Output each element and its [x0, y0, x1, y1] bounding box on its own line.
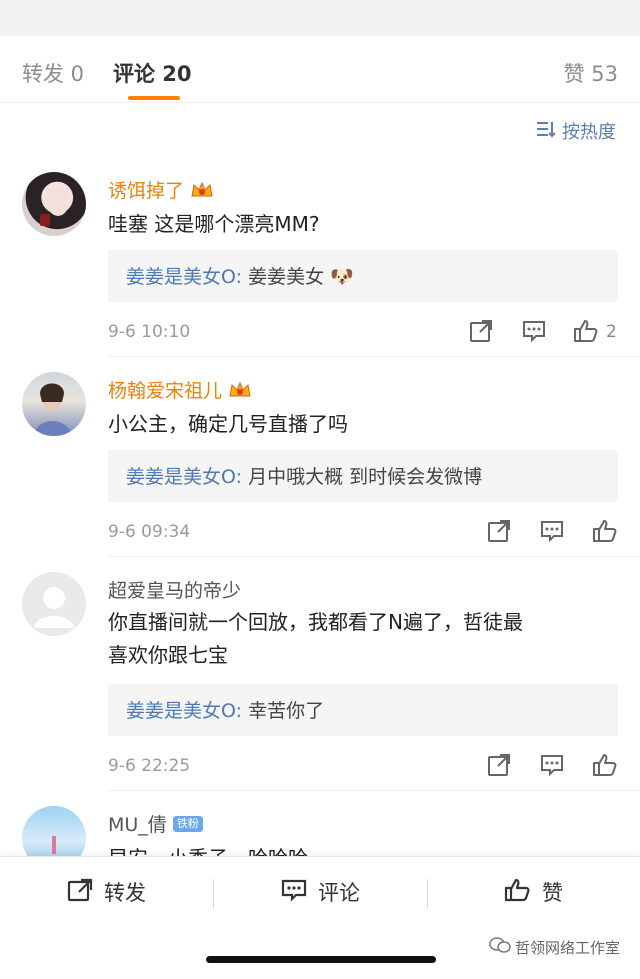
fan-badge: 铁粉 — [172, 815, 203, 832]
repost-button[interactable]: 转发 — [66, 875, 146, 909]
like-button[interactable]: 赞 — [504, 875, 563, 909]
like-count: 2 — [606, 322, 617, 342]
avatar[interactable] — [22, 806, 86, 856]
comment-button[interactable]: 评论 — [280, 875, 360, 909]
comment-icon[interactable] — [521, 318, 547, 344]
tab-bar: 转发 0 评论 20 赞 53 — [0, 36, 640, 103]
reply-username[interactable]: 姜姜是美女O: — [126, 266, 242, 288]
avatar[interactable] — [22, 572, 86, 636]
divider — [108, 790, 640, 791]
reply-box[interactable]: 姜姜是美女O: 姜姜美女 🐶 — [108, 250, 618, 302]
sort-icon — [536, 120, 556, 143]
comment-text: 哇塞 这是哪个漂亮MM? — [108, 212, 320, 236]
dog-emoji-icon: 🐶 — [330, 266, 354, 288]
tab-repost[interactable]: 转发 0 — [22, 58, 84, 88]
reply-box[interactable]: 姜姜是美女O: 月中哦大概 到时候会发微博 — [108, 450, 618, 502]
reply-box[interactable]: 姜姜是美女O: 幸苦你了 — [108, 684, 618, 736]
comment-item: MU_倩 铁粉 早安，小秀子，哈哈哈 — [0, 804, 640, 856]
comment-time: 9-6 09:34 — [108, 522, 191, 542]
like-icon[interactable] — [592, 752, 618, 778]
avatar[interactable] — [22, 172, 86, 236]
sort-label: 按热度 — [562, 122, 616, 143]
active-tab-indicator — [128, 96, 180, 100]
divider — [108, 356, 640, 357]
like-icon[interactable] — [573, 318, 599, 344]
reply-text: 月中哦大概 到时候会发微博 — [242, 466, 483, 488]
reply-username[interactable]: 姜姜是美女O: — [126, 466, 242, 488]
share-icon[interactable] — [486, 752, 512, 778]
comment-meta: 9-6 09:34 — [108, 518, 618, 548]
comment-item: 杨翰爱宋祖儿 小公主，确定几号直播了吗 姜姜是美女O: 月中哦大概 到时候会发微… — [0, 370, 640, 560]
watermark: 哲领网络工作室 — [489, 936, 620, 958]
comment-username[interactable]: 超爱皇马的帝少 — [108, 576, 241, 603]
comment-item: 超爱皇马的帝少 你直播间就一个回放，我都看了N遍了，哲徒最 喜欢你跟七宝 姜姜是… — [0, 570, 640, 790]
status-area — [0, 0, 640, 36]
reply-text: 姜姜美女 — [242, 266, 325, 288]
divider — [213, 879, 214, 909]
crown-icon — [190, 180, 214, 200]
sort-by-hot-button[interactable]: 按热度 — [536, 118, 616, 144]
comment-icon[interactable] — [539, 518, 565, 544]
like-icon — [504, 877, 532, 908]
tab-likes[interactable]: 赞 53 — [564, 58, 618, 88]
tab-comments[interactable]: 评论 20 — [113, 58, 192, 88]
comment-time: 9-6 10:10 — [108, 322, 191, 342]
share-icon[interactable] — [468, 318, 494, 344]
home-indicator[interactable] — [206, 956, 436, 963]
comment-item: 诱饵掉了 哇塞 这是哪个漂亮MM? 姜姜是美女O: 姜姜美女 🐶 9-6 10:… — [0, 170, 640, 360]
comment-username[interactable]: MU_倩 铁粉 — [108, 810, 203, 837]
comment-meta: 9-6 22:25 — [108, 752, 618, 782]
share-icon — [66, 877, 94, 908]
wechat-icon — [489, 936, 511, 958]
crown-icon — [228, 380, 252, 400]
share-icon[interactable] — [486, 518, 512, 544]
reply-text: 幸苦你了 — [242, 700, 325, 722]
reply-username[interactable]: 姜姜是美女O: — [126, 700, 242, 722]
comment-text: 小公主，确定几号直播了吗 — [108, 412, 348, 436]
like-icon[interactable] — [592, 518, 618, 544]
comment-meta: 9-6 10:10 2 — [108, 318, 618, 348]
comment-icon — [280, 877, 308, 908]
divider — [108, 556, 640, 557]
comment-text: 早安，小秀子，哈哈哈 — [108, 842, 608, 856]
avatar[interactable] — [22, 372, 86, 436]
comment-username[interactable]: 诱饵掉了 — [108, 176, 214, 203]
comment-time: 9-6 22:25 — [108, 756, 191, 776]
divider — [427, 879, 428, 909]
comment-username[interactable]: 杨翰爱宋祖儿 — [108, 376, 252, 403]
comment-icon[interactable] — [539, 752, 565, 778]
comment-text: 你直播间就一个回放，我都看了N遍了，哲徒最 喜欢你跟七宝 — [108, 610, 523, 667]
